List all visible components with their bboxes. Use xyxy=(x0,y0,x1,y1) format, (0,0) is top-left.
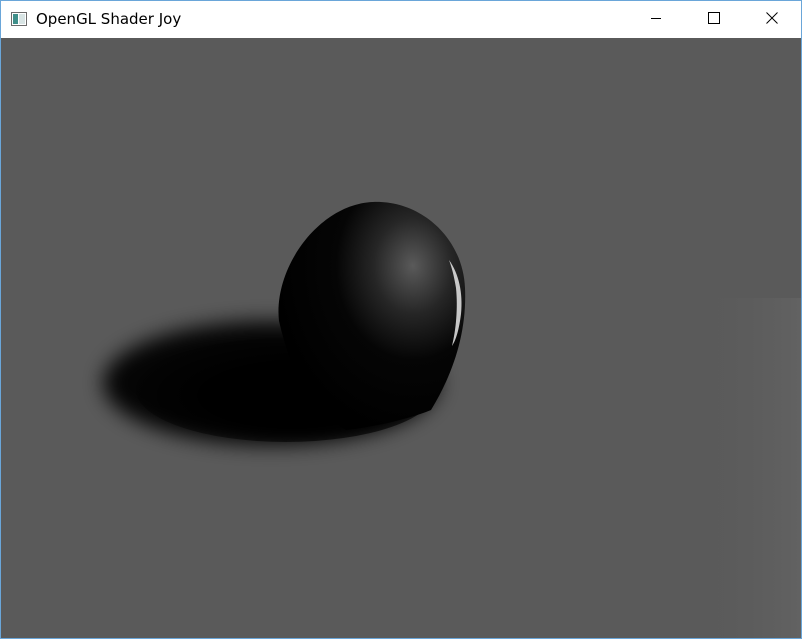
app-window-icon xyxy=(11,12,27,26)
window-title: OpenGL Shader Joy xyxy=(36,10,182,28)
opengl-viewport[interactable] xyxy=(1,38,801,638)
maximize-button[interactable] xyxy=(685,1,743,38)
minimize-icon xyxy=(650,11,662,29)
close-icon xyxy=(766,11,778,29)
maximize-icon xyxy=(708,11,720,29)
close-button[interactable] xyxy=(743,1,801,38)
app-window: OpenGL Shader Joy xyxy=(0,0,802,639)
right-edge-gradient xyxy=(691,298,801,638)
minimize-button[interactable] xyxy=(627,1,685,38)
title-bar[interactable]: OpenGL Shader Joy xyxy=(1,1,801,38)
rendered-scene xyxy=(103,201,801,638)
